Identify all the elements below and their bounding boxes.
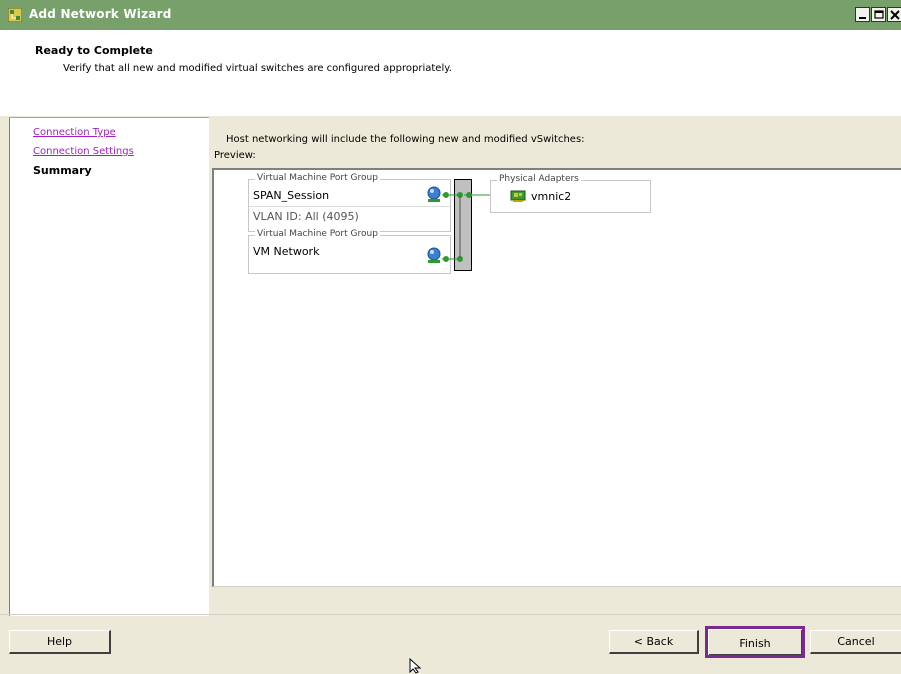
wizard-header: Ready to Complete Verify that all new an… [0, 30, 901, 116]
wizard-body: Connection Type Connection Settings Summ… [0, 116, 901, 674]
close-icon[interactable] [887, 7, 901, 22]
nav-link-connection-type[interactable]: Connection Type [33, 127, 116, 138]
mouse-cursor-icon [409, 658, 422, 674]
nav-current-summary: Summary [33, 164, 92, 177]
back-button[interactable]: < Back [609, 630, 699, 654]
nic-name: vmnic2 [531, 190, 572, 203]
vswitch-connectors [442, 192, 500, 262]
cancel-button[interactable]: Cancel [810, 630, 901, 654]
nav-link-connection-settings[interactable]: Connection Settings [33, 146, 134, 157]
page-title: Ready to Complete [35, 44, 153, 57]
intro-text: Host networking will include the followi… [226, 134, 585, 145]
vswitch-preview-panel: Virtual Machine Port Group SPAN_Session … [212, 168, 901, 587]
physical-adapters-legend: Physical Adapters [497, 174, 581, 184]
title-bar: Add Network Wizard [0, 0, 901, 30]
network-wizard-icon [7, 7, 23, 23]
maximize-icon[interactable] [871, 7, 886, 22]
help-button[interactable]: Help [9, 630, 111, 654]
page-subtitle: Verify that all new and modified virtual… [63, 63, 452, 74]
finish-button[interactable]: Finish [705, 626, 805, 658]
minimize-icon[interactable] [855, 7, 870, 22]
wizard-steps-nav: Connection Type Connection Settings Summ… [9, 117, 209, 616]
footer-divider [0, 614, 901, 615]
preview-label: Preview: [214, 150, 256, 161]
window-title: Add Network Wizard [29, 7, 172, 21]
nic-icon [510, 189, 526, 203]
physical-adapters-group[interactable]: Physical Adapters vmnic2 [490, 174, 651, 213]
